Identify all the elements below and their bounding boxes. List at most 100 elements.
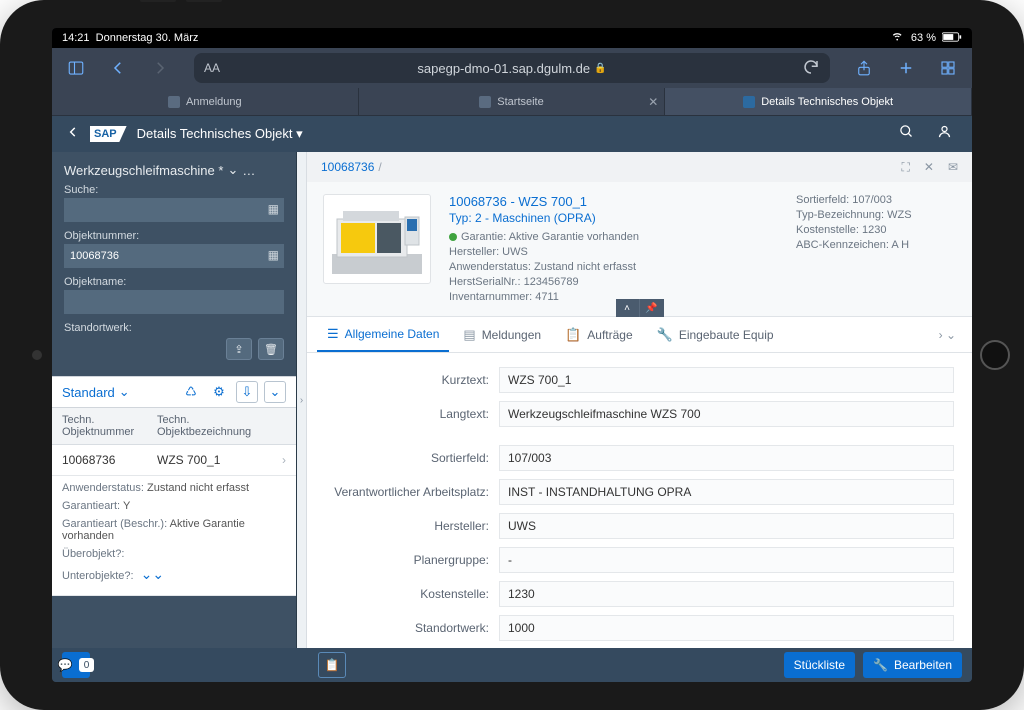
- object-header: 10068736 - WZS 700_1 Typ: 2 - Maschinen …: [307, 182, 972, 317]
- langtext-value: Werkzeugschleifmaschine WZS 700: [499, 401, 954, 427]
- value-help-icon[interactable]: ▦: [268, 248, 279, 262]
- wrench-icon: 🔧: [873, 658, 888, 672]
- col-objektbezeichnung: Techn. Objektbezeichnung: [157, 414, 286, 438]
- browser-tab-startseite[interactable]: Startseite ✕: [359, 88, 666, 115]
- browser-tab-strip: Anmeldung Startseite ✕ Details Technisch…: [52, 88, 972, 116]
- share-filter-icon[interactable]: ⇪: [226, 338, 252, 360]
- tab-favicon: [168, 96, 180, 108]
- variant-selector[interactable]: Standard ⌄: [62, 384, 130, 400]
- expand-all-icon[interactable]: ⌄⌄: [141, 566, 164, 582]
- search-icon[interactable]: [892, 124, 920, 144]
- collapse-up-icon[interactable]: ˄: [616, 299, 640, 317]
- filter-panel: Werkzeugschleifmaschine * ⌄ … Suche: ▦ O…: [52, 152, 297, 648]
- clipboard-button[interactable]: 📋: [318, 652, 346, 678]
- new-tab-icon[interactable]: [892, 54, 920, 82]
- user-icon[interactable]: [930, 124, 958, 144]
- sap-page-title[interactable]: Details Technisches Objekt ▾: [137, 126, 303, 142]
- chevron-down-icon[interactable]: ⌄: [227, 162, 238, 178]
- more-icon[interactable]: …: [242, 163, 256, 178]
- breadcrumb: 10068736 / ⛶ ✕ ✉: [307, 152, 972, 182]
- breadcrumb-id[interactable]: 10068736: [321, 160, 374, 174]
- object-type: Typ: 2 - Maschinen (OPRA): [449, 211, 772, 225]
- row-details: Anwenderstatus: Zustand nicht erfasst Ga…: [52, 476, 296, 596]
- sap-back-button[interactable]: [66, 125, 80, 144]
- status-dot-icon: [449, 233, 457, 241]
- arbeitsplatz-value: INST - INSTANDHALTUNG OPRA: [499, 479, 954, 505]
- tablet-frame: 14:21 Donnerstag 30. März 63 %: [0, 0, 1024, 710]
- standortwerk-value: 1000: [499, 615, 954, 641]
- dropdown-icon[interactable]: ⌄: [264, 381, 286, 403]
- tab-overflow-icon[interactable]: › ⌄: [933, 328, 962, 342]
- sidebar-toggle-icon[interactable]: [62, 54, 90, 82]
- bearbeiten-button[interactable]: 🔧 Bearbeiten: [863, 652, 962, 678]
- objektnummer-input[interactable]: [64, 244, 284, 268]
- hersteller-value: UWS: [499, 513, 954, 539]
- delete-filter-icon[interactable]: 🗑: [258, 338, 284, 360]
- share-icon[interactable]: [850, 54, 878, 82]
- standortwerk-label: Standortwerk:: [64, 322, 284, 334]
- wrench-icon: 🔧: [657, 327, 673, 343]
- close-icon[interactable]: ✕: [924, 160, 934, 175]
- clipboard-icon: 📋: [565, 327, 581, 343]
- battery-percent: 63 %: [911, 32, 936, 44]
- pin-icon[interactable]: 📌: [640, 299, 664, 317]
- header-collapse-bar[interactable]: ˄ 📌: [616, 299, 664, 317]
- panel-expand-handle[interactable]: ›: [297, 152, 307, 648]
- ios-status-bar: 14:21 Donnerstag 30. März 63 %: [52, 28, 972, 48]
- tab-auftraege[interactable]: 📋 Aufträge: [555, 317, 643, 352]
- text-size-button[interactable]: AA: [204, 61, 220, 75]
- tab-close-icon[interactable]: ✕: [648, 95, 658, 109]
- messages-button[interactable]: 💬0: [62, 652, 90, 678]
- status-time: 14:21: [62, 32, 90, 44]
- document-icon: ☰: [327, 326, 339, 342]
- wifi-icon: [892, 32, 905, 45]
- objektname-input[interactable]: [64, 290, 284, 314]
- url-text: sapegp-dmo-01.sap.dgulm.de: [417, 61, 590, 76]
- content-tabbar: ☰ Allgemeine Daten ▤ Meldungen 📋 Aufträg…: [307, 317, 972, 353]
- sortierfeld-value: 107/003: [499, 445, 954, 471]
- url-bar[interactable]: AA sapegp-dmo-01.sap.dgulm.de 🔒: [194, 53, 830, 83]
- battery-icon: [942, 32, 962, 45]
- search-label: Suche:: [64, 184, 284, 196]
- browser-toolbar: AA sapegp-dmo-01.sap.dgulm.de 🔒: [52, 48, 972, 88]
- page-footer: 💬0 📋 Stückliste 🔧 Bearbeiten: [52, 648, 972, 682]
- tab-allgemeine-daten[interactable]: ☰ Allgemeine Daten: [317, 317, 449, 352]
- kurztext-value: WZS 700_1: [499, 367, 954, 393]
- tabs-overview-icon[interactable]: [934, 54, 962, 82]
- lock-icon: 🔒: [594, 63, 606, 74]
- list-row[interactable]: 10068736 WZS 700_1 ›: [52, 445, 296, 476]
- reload-icon[interactable]: [802, 58, 820, 79]
- export-icon[interactable]: ⇩: [236, 381, 258, 403]
- objektnummer-label: Objektnummer:: [64, 230, 284, 242]
- status-date: Donnerstag 30. März: [96, 32, 199, 44]
- browser-tab-anmeldung[interactable]: Anmeldung: [52, 88, 359, 115]
- message-icon: ▤: [463, 327, 475, 343]
- objektname-label: Objektname:: [64, 276, 284, 288]
- settings-icon[interactable]: ⚙: [208, 384, 230, 400]
- tab-favicon: [479, 96, 491, 108]
- filter-panel-title: Werkzeugschleifmaschine *: [64, 163, 223, 178]
- list-header: Techn. Objektnummer Techn. Objektbezeich…: [52, 408, 296, 445]
- list-toolbar: Standard ⌄ ♺ ⚙ ⇩ ⌄: [52, 376, 296, 408]
- browser-back-icon[interactable]: [104, 54, 132, 82]
- sap-shell-header: SAP Details Technisches Objekt ▾: [52, 116, 972, 152]
- kostenstelle-value: 1230: [499, 581, 954, 607]
- home-button[interactable]: [980, 340, 1010, 370]
- equipment-image: [323, 194, 431, 284]
- chevron-right-icon: ›: [282, 453, 286, 467]
- hierarchy-icon[interactable]: ♺: [180, 384, 202, 400]
- tab-favicon: [743, 96, 755, 108]
- browser-tab-details[interactable]: Details Technisches Objekt: [665, 88, 972, 115]
- chevron-down-icon: ⌄: [119, 384, 130, 400]
- planergruppe-value: -: [499, 547, 954, 573]
- tab-eingebaute-equip[interactable]: 🔧 Eingebaute Equip: [647, 317, 784, 352]
- mail-icon[interactable]: ✉: [948, 160, 958, 175]
- tab-meldungen[interactable]: ▤ Meldungen: [453, 317, 551, 352]
- browser-forward-icon: [146, 54, 174, 82]
- fullscreen-icon[interactable]: ⛶: [901, 160, 909, 175]
- object-title: 10068736 - WZS 700_1: [449, 194, 772, 209]
- general-data-form: Kurztext:WZS 700_1 Langtext:Werkzeugschl…: [307, 353, 972, 648]
- value-help-icon[interactable]: ▦: [268, 202, 279, 216]
- search-input[interactable]: [64, 198, 284, 222]
- stueckliste-button[interactable]: Stückliste: [784, 652, 855, 678]
